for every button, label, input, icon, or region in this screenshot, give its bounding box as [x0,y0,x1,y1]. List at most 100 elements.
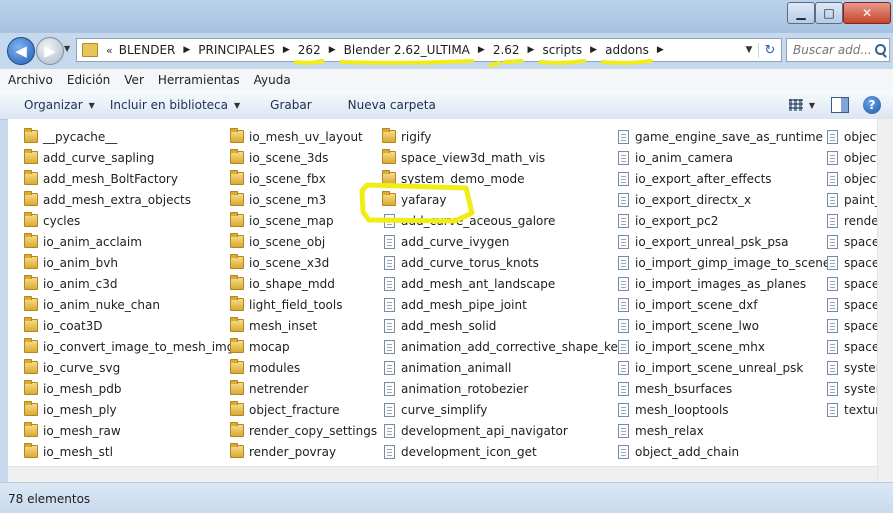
search-icon[interactable] [873,42,889,58]
folder-item[interactable]: io_curve_svg [24,357,234,378]
file-item[interactable]: io_export_pc2 [616,210,830,231]
file-item[interactable]: object_gr [825,168,877,189]
breadcrumb-separator[interactable]: ▶ [478,45,485,55]
folder-item[interactable]: mocap [230,336,377,357]
folder-item[interactable]: io_anim_nuke_chan [24,294,234,315]
file-item[interactable]: space_vie [825,315,877,336]
file-item[interactable]: object_an [825,126,877,147]
folder-item[interactable]: io_mesh_raw [24,420,234,441]
folder-item[interactable]: io_anim_bvh [24,252,234,273]
folder-item[interactable]: netrender [230,378,377,399]
breadcrumb-item[interactable]: 2.62 ▶ [493,39,543,61]
file-item[interactable]: development_api_navigator [382,420,625,441]
menu-ayuda[interactable]: Ayuda [247,73,298,87]
search-input[interactable] [787,42,873,58]
folder-item[interactable]: io_convert_image_to_mesh_img [24,336,234,357]
folder-item[interactable]: object_fracture [230,399,377,420]
horizontal-scrollbar[interactable] [8,466,877,483]
address-bar[interactable]: « BLENDER ▶ PRINCIPALES ▶ 262 ▶ Blender 2.62_U… [76,38,782,62]
breadcrumb-item[interactable]: Blender 2.62_ULTIMA ▶ [344,39,493,61]
folder-item[interactable]: light_field_tools [230,294,377,315]
file-item[interactable]: add_mesh_ant_landscape [382,273,625,294]
folder-item[interactable]: cycles [24,210,234,231]
folder-item[interactable]: io_scene_m3 [230,189,377,210]
breadcrumb-item[interactable]: PRINCIPALES ▶ [198,39,298,61]
file-item[interactable]: mesh_bsurfaces [616,378,830,399]
folder-item[interactable]: io_scene_x3d [230,252,377,273]
file-item[interactable]: space_vie [825,252,877,273]
folder-item[interactable]: render_copy_settings [230,420,377,441]
folder-item[interactable]: io_anim_acclaim [24,231,234,252]
file-item[interactable]: io_import_scene_unreal_psk [616,357,830,378]
folder-item[interactable]: io_coat3D [24,315,234,336]
file-item[interactable]: io_import_scene_lwo [616,315,830,336]
file-item[interactable]: mesh_relax [616,420,830,441]
folder-item[interactable]: add_curve_sapling [24,147,234,168]
breadcrumb-separator[interactable]: ▶ [329,45,336,55]
minimize-button[interactable]: ▁ [787,2,815,24]
folder-item[interactable]: io_mesh_uv_layout [230,126,377,147]
file-item[interactable]: io_export_after_effects [616,168,830,189]
refresh-icon[interactable]: ↻ [758,42,781,58]
folder-item[interactable]: system_demo_mode [382,168,625,189]
address-dropdown-button[interactable]: ▼ [740,45,758,55]
folder-item[interactable]: io_scene_fbx [230,168,377,189]
folder-item[interactable]: io_scene_3ds [230,147,377,168]
file-item[interactable]: io_import_images_as_planes [616,273,830,294]
file-item[interactable]: io_export_unreal_psk_psa [616,231,830,252]
file-item[interactable]: system_p [825,378,877,399]
file-item[interactable]: io_export_directx_x [616,189,830,210]
file-item[interactable]: io_import_scene_mhx [616,336,830,357]
file-item[interactable]: system_b [825,357,877,378]
new-folder-button[interactable]: Nueva carpeta [327,98,451,112]
close-button[interactable]: ✕ [843,2,891,24]
folder-item[interactable]: io_shape_mdd [230,273,377,294]
folder-item[interactable]: io_anim_c3d [24,273,234,294]
menu-herramientas[interactable]: Herramientas [151,73,247,87]
file-item[interactable]: space_vie [825,231,877,252]
file-item[interactable]: io_import_scene_dxf [616,294,830,315]
burn-button[interactable]: Grabar [255,98,327,112]
search-box[interactable] [786,38,890,62]
recent-pages-button[interactable]: ▼ [64,44,70,53]
folder-item[interactable]: io_mesh_pdb [24,378,234,399]
file-item[interactable]: curve_simplify [382,399,625,420]
breadcrumb-item[interactable]: addons ▶ [605,39,672,61]
file-item[interactable]: space_vie [825,273,877,294]
file-item[interactable]: paint_pal [825,189,877,210]
include-library-button[interactable]: Incluir en biblioteca ▼ [110,98,255,112]
file-item[interactable]: render_re [825,210,877,231]
file-item[interactable]: object_cl [825,147,877,168]
folder-item[interactable]: io_scene_obj [230,231,377,252]
file-item[interactable]: game_engine_save_as_runtime [616,126,830,147]
folder-item[interactable]: __pycache__ [24,126,234,147]
folder-item[interactable]: mesh_inset [230,315,377,336]
folder-item[interactable]: modules [230,357,377,378]
organize-button[interactable]: Organizar ▼ [0,98,110,112]
file-item[interactable]: add_mesh_pipe_joint [382,294,625,315]
back-button[interactable]: ◀ [7,37,35,65]
file-item[interactable]: object_add_chain [616,441,830,462]
help-icon[interactable]: ? [863,96,881,114]
folder-item[interactable]: add_mesh_extra_objects [24,189,234,210]
menu-ver[interactable]: Ver [117,73,151,87]
folder-item[interactable]: rigify [382,126,625,147]
file-item[interactable]: animation_animall [382,357,625,378]
folder-item[interactable]: io_mesh_ply [24,399,234,420]
vertical-scrollbar[interactable] [877,119,893,482]
file-item[interactable]: space_vie [825,336,877,357]
preview-pane-icon[interactable] [831,97,849,113]
menu-edicion[interactable]: Edición [60,73,117,87]
forward-button[interactable]: ▶ [36,37,64,65]
breadcrumb-separator[interactable]: ▶ [590,45,597,55]
file-item[interactable]: add_mesh_solid [382,315,625,336]
folder-item[interactable]: io_scene_map [230,210,377,231]
menu-archivo[interactable]: Archivo [0,73,60,87]
overflow-chevron[interactable]: « [106,44,113,57]
breadcrumb-separator[interactable]: ▶ [657,45,664,55]
file-item[interactable]: io_import_gimp_image_to_scene [616,252,830,273]
file-item[interactable]: animation_add_corrective_shape_key [382,336,625,357]
folder-item[interactable]: render_povray [230,441,377,462]
file-item[interactable]: animation_rotobezier [382,378,625,399]
file-item[interactable]: io_anim_camera [616,147,830,168]
